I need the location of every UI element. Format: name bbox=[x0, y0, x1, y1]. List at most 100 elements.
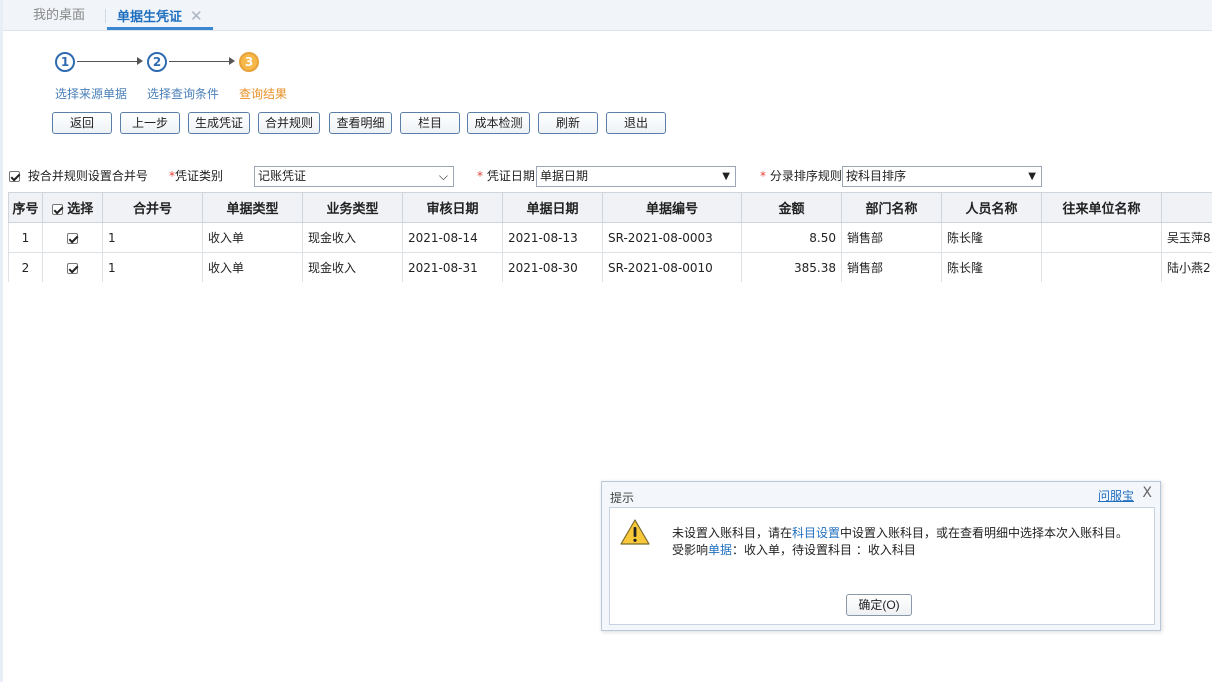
dialog-body: 未设置入账科目，请在科目设置中设置入账科目，或在查看明细中选择本次入账科目。 受… bbox=[609, 507, 1155, 625]
cost-check-button[interactable]: 成本检测 bbox=[467, 112, 530, 134]
select-all-checkbox[interactable] bbox=[51, 204, 63, 215]
cell-extra: 吴玉萍8 bbox=[1161, 222, 1212, 253]
col-header-doc-date[interactable]: 单据日期 bbox=[502, 192, 603, 223]
col-header-partner[interactable]: 往来单位名称 bbox=[1041, 192, 1162, 223]
msg1-text-b: 中设置入账科目，或在查看明细中选择本次入账科目。 bbox=[840, 526, 1129, 540]
cell-merge-no: 1 bbox=[102, 222, 203, 253]
back-button[interactable]: 返回 bbox=[52, 112, 112, 134]
msg2-text-b: ：收入单，待设置科目 ：收入科目 bbox=[732, 543, 916, 557]
table-row[interactable]: 2 1 收入单 现金收入 2021-08-31 2021-08-30 SR-20… bbox=[8, 252, 1212, 282]
table-header-row: 序号 选择 合并号 单据类型 业务类型 审核日期 单据日期 单据编号 金额 部门… bbox=[8, 192, 1212, 223]
ok-button[interactable]: 确定(O) bbox=[846, 594, 912, 616]
cell-person: 陈长隆 bbox=[941, 222, 1042, 253]
col-header-biz-type[interactable]: 业务类型 bbox=[302, 192, 403, 223]
row-select-checkbox[interactable] bbox=[67, 232, 78, 244]
cell-audit-date: 2021-08-14 bbox=[402, 222, 503, 253]
voucher-date-label: 凭证日期 bbox=[486, 169, 535, 183]
msg1-text-a: 未设置入账科目，请在 bbox=[672, 526, 793, 540]
columns-button[interactable]: 栏目 bbox=[400, 112, 460, 134]
row-select-checkbox[interactable] bbox=[67, 262, 78, 274]
cell-person: 陈长隆 bbox=[941, 252, 1042, 282]
cell-seq: 2 bbox=[8, 252, 43, 282]
sort-rule-label: 分录排序规则 bbox=[769, 169, 842, 183]
cell-merge-no: 1 bbox=[102, 252, 203, 282]
close-icon[interactable]: X bbox=[1142, 485, 1152, 501]
merge-rule-button[interactable]: 合并规则 bbox=[258, 112, 320, 134]
page: 我的桌面 单据生凭证 ✕ 1 2 3 选择来源单据 选择查询条件 查询结果 返回 … bbox=[0, 0, 1212, 682]
sort-rule-value: 按科目排序 bbox=[846, 169, 907, 183]
generate-voucher-button[interactable]: 生成凭证 bbox=[188, 112, 250, 134]
warning-icon bbox=[620, 519, 650, 545]
voucher-type-label: 凭证类别 bbox=[175, 169, 224, 183]
cell-partner bbox=[1041, 252, 1162, 282]
voucher-date-label-wrap: * 凭证日期 bbox=[477, 166, 535, 187]
voucher-type-select[interactable]: 记账凭证 ⌵ bbox=[254, 166, 454, 187]
col-header-person[interactable]: 人员名称 bbox=[941, 192, 1042, 223]
step-3-label: 查询结果 bbox=[239, 87, 288, 101]
cell-dept: 销售部 bbox=[841, 222, 942, 253]
tab-close-icon[interactable]: ✕ bbox=[190, 7, 203, 25]
msg2-text-a: 受影响 bbox=[672, 543, 709, 557]
cell-biz-type: 现金收入 bbox=[302, 222, 403, 253]
col-header-seq[interactable]: 序号 bbox=[8, 192, 43, 223]
document-link[interactable]: 单据 bbox=[708, 543, 732, 557]
voucher-date-value: 单据日期 bbox=[540, 169, 589, 183]
step-1-circle: 1 bbox=[55, 52, 75, 72]
required-marker: * bbox=[477, 169, 487, 183]
col-header-dept[interactable]: 部门名称 bbox=[841, 192, 942, 223]
sort-rule-select[interactable]: 按科目排序 ▼ bbox=[842, 166, 1042, 187]
cell-doc-type: 收入单 bbox=[202, 222, 303, 253]
col-header-amount[interactable]: 金额 bbox=[741, 192, 842, 223]
col-header-audit-date[interactable]: 审核日期 bbox=[402, 192, 503, 223]
cell-amount: 8.50 bbox=[741, 222, 842, 253]
tab-voucher-generation-label: 单据生凭证 bbox=[117, 10, 183, 25]
step-1-connector bbox=[77, 61, 137, 62]
cell-select[interactable] bbox=[42, 252, 103, 282]
col-header-doc-no[interactable]: 单据编号 bbox=[602, 192, 742, 223]
chevron-down-icon: ⌵ bbox=[438, 169, 448, 183]
step-2-connector bbox=[169, 61, 229, 62]
cell-seq: 1 bbox=[8, 222, 43, 253]
col-header-extra[interactable] bbox=[1161, 192, 1212, 223]
left-edge bbox=[0, 0, 3, 682]
cell-extra: 陆小燕2 bbox=[1161, 252, 1212, 282]
prompt-dialog: 提示 问服宝 X 未设置入账科目，请在科目设置中设置入账科目，或在查看明细中选择… bbox=[601, 481, 1161, 631]
cell-doc-date: 2021-08-13 bbox=[502, 222, 603, 253]
cell-select[interactable] bbox=[42, 222, 103, 253]
tab-separator bbox=[105, 9, 106, 23]
cell-biz-type: 现金收入 bbox=[302, 252, 403, 282]
help-link[interactable]: 问服宝 bbox=[1098, 487, 1134, 504]
refresh-button[interactable]: 刷新 bbox=[538, 112, 598, 134]
cell-doc-date: 2021-08-30 bbox=[502, 252, 603, 282]
cell-amount: 385.38 bbox=[741, 252, 842, 282]
voucher-type-label-wrap: *凭证类别 bbox=[169, 166, 223, 187]
exit-button[interactable]: 退出 bbox=[606, 112, 666, 134]
arrow-right-icon bbox=[229, 57, 235, 65]
dropdown-arrow-icon: ▼ bbox=[1028, 171, 1036, 182]
subject-settings-link[interactable]: 科目设置 bbox=[792, 526, 840, 540]
col-header-merge-no[interactable]: 合并号 bbox=[102, 192, 203, 223]
cell-partner bbox=[1041, 222, 1162, 253]
step-2-circle: 2 bbox=[147, 52, 167, 72]
view-detail-button[interactable]: 查看明细 bbox=[329, 112, 392, 134]
col-header-doc-type[interactable]: 单据类型 bbox=[202, 192, 303, 223]
cell-doc-type: 收入单 bbox=[202, 252, 303, 282]
tab-voucher-generation[interactable]: 单据生凭证 ✕ bbox=[107, 0, 213, 30]
voucher-date-select[interactable]: 单据日期 ▼ bbox=[536, 166, 736, 187]
step-3-circle: 3 bbox=[239, 52, 259, 72]
tab-my-desktop[interactable]: 我的桌面 bbox=[33, 0, 85, 31]
table-row[interactable]: 1 1 收入单 现金收入 2021-08-14 2021-08-13 SR-20… bbox=[8, 222, 1212, 253]
dropdown-arrow-icon: ▼ bbox=[722, 171, 730, 182]
merge-by-rule-checkbox[interactable] bbox=[9, 171, 20, 182]
required-marker: * bbox=[760, 169, 770, 183]
col-header-select[interactable]: 选择 bbox=[42, 192, 103, 223]
merge-by-rule-label: 按合并规则设置合并号 bbox=[27, 169, 148, 183]
step-1-label: 选择来源单据 bbox=[55, 87, 128, 101]
tab-bar: 我的桌面 单据生凭证 ✕ bbox=[3, 0, 1212, 31]
merge-by-rule-option[interactable]: 按合并规则设置合并号 bbox=[9, 166, 148, 187]
previous-step-button[interactable]: 上一步 bbox=[120, 112, 180, 134]
dialog-title: 提示 bbox=[610, 491, 635, 505]
dialog-message-line-2: 受影响单据：收入单，待设置科目 ：收入科目 bbox=[672, 541, 916, 558]
arrow-right-icon bbox=[137, 57, 143, 65]
cell-dept: 销售部 bbox=[841, 252, 942, 282]
